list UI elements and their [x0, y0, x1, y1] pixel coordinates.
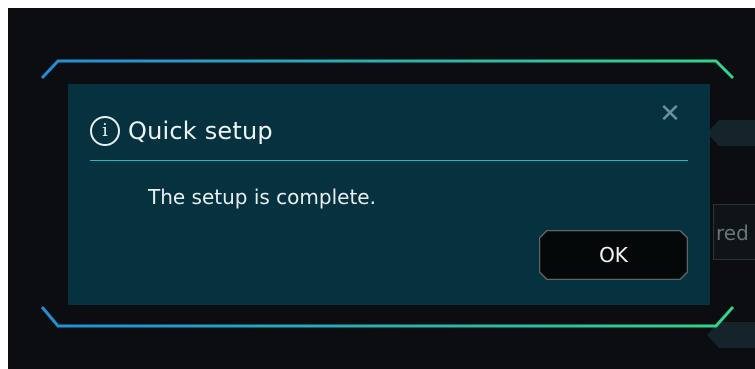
header-divider [90, 160, 688, 161]
ok-button[interactable]: OK [539, 230, 688, 280]
dialog-title: Quick setup [128, 117, 273, 145]
dialog-header: i Quick setup [90, 111, 273, 151]
info-icon: i [90, 116, 120, 146]
ok-button-label: OK [599, 243, 628, 267]
close-icon[interactable]: ✕ [656, 100, 684, 128]
dialog-message: The setup is complete. [148, 185, 376, 209]
quick-setup-dialog: i Quick setup ✕ The setup is complete. O… [68, 84, 710, 305]
